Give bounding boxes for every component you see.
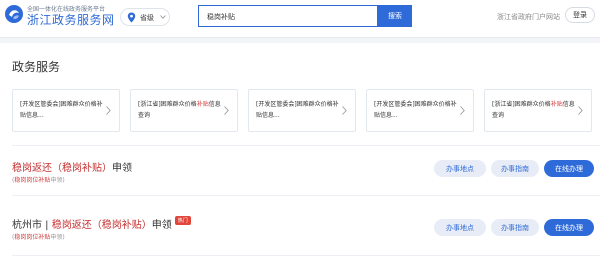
login-button[interactable]: 登录 <box>565 7 595 23</box>
service-card[interactable]: [开发区管委会]困难群众价格补贴信息... <box>248 89 356 132</box>
chevron-right-icon <box>106 106 111 115</box>
portal-link[interactable]: 浙江省政府门户网站 <box>497 12 560 22</box>
location-button[interactable]: 办事地点 <box>434 219 486 236</box>
search-button[interactable]: 搜索 <box>378 5 412 27</box>
location-pin-icon <box>127 12 136 23</box>
service-card[interactable]: [浙江省]困难群众价格补贴信息查询 <box>130 89 238 132</box>
chevron-right-icon <box>224 106 229 115</box>
service-card[interactable]: [开发区管委会]困难群众价格补贴信息... <box>12 89 120 132</box>
search-input-value: 稳岗补贴 <box>207 13 235 21</box>
chevron-right-icon <box>578 106 583 115</box>
brand-title[interactable]: 浙江政务服务网 <box>27 11 115 28</box>
top-header: 全国一体化在线政务服务平台 浙江政务服务网 省级 稳岗补贴 搜索 浙江省政府门户… <box>0 0 600 38</box>
result-title[interactable]: 杭州市 | 稳岗返还（稳岗补贴）申领 热门 <box>12 216 191 231</box>
result-subtitle: (稳岗岗位补贴申领) <box>12 234 65 241</box>
chevron-right-icon <box>342 106 347 115</box>
location-selector[interactable]: 省级 <box>120 8 170 26</box>
service-card-text: [浙江省]困难群众价格补贴信息查询 <box>492 101 575 119</box>
guide-button[interactable]: 办事指南 <box>491 160 539 177</box>
service-card-text: [开发区管委会]困难群众价格补贴信息... <box>374 101 457 119</box>
results-panel: 政务服务 [开发区管委会]困难群众价格补贴信息... [浙江省]困难群众价格补贴… <box>0 43 600 263</box>
location-label: 省级 <box>140 14 154 22</box>
service-card-text: [浙江省]困难群众价格补贴信息查询 <box>138 101 221 119</box>
service-card[interactable]: [浙江省]困难群众价格补贴信息查询 <box>484 89 592 132</box>
guide-button[interactable]: 办事指南 <box>491 219 539 236</box>
service-card-text: [开发区管委会]困难群众价格补贴信息... <box>256 101 339 119</box>
chevron-down-icon <box>160 15 166 19</box>
result-subtitle: (稳岗岗位补贴申领) <box>12 177 65 184</box>
divider <box>12 145 600 146</box>
service-card[interactable]: [开发区管委会]困难群众价格补贴信息... <box>366 89 474 132</box>
divider <box>12 195 600 196</box>
zhejiang-logo-icon[interactable] <box>4 4 24 24</box>
result-title[interactable]: 稳岗返还（稳岗补贴）申领 <box>12 159 132 174</box>
search-input[interactable]: 稳岗补贴 <box>198 5 378 27</box>
hot-badge: 热门 <box>174 216 191 225</box>
online-handle-button[interactable]: 在线办理 <box>544 160 594 177</box>
service-card-text: [开发区管委会]困难群众价格补贴信息... <box>20 101 103 119</box>
chevron-right-icon <box>460 106 465 115</box>
section-title: 政务服务 <box>12 60 61 74</box>
online-handle-button[interactable]: 在线办理 <box>544 219 594 236</box>
location-button[interactable]: 办事地点 <box>434 160 486 177</box>
divider <box>12 255 600 256</box>
